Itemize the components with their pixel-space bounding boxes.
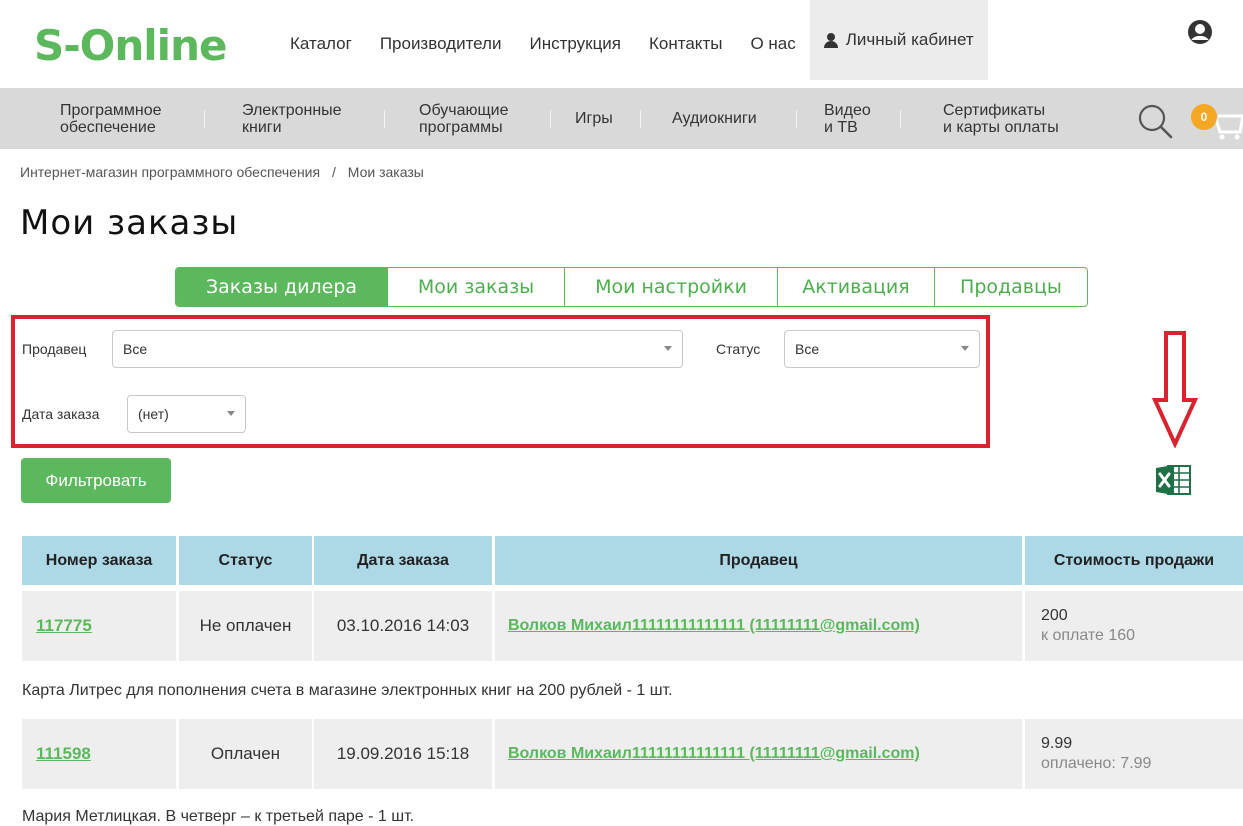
seller-filter-label: Продавец [22,341,87,357]
divider [640,110,641,128]
table-row: 111598 Оплачен 19.09.2016 15:18 Волков М… [22,719,1243,789]
nav-instructions[interactable]: Инструкция [515,0,635,88]
account-tabs: Заказы дилера Мои заказы Мои настройки А… [175,267,1088,307]
price-note: оплачено: 7.99 [1041,755,1152,772]
column-header-order-number: Номер заказа [22,536,176,585]
seller-link[interactable]: Волков Михаил11111111111111 (11111111@gm… [508,617,920,635]
tab-dealer-orders[interactable]: Заказы дилера [176,268,388,306]
status-select[interactable]: Все [784,330,980,368]
top-bar: S-Online Каталог Производители Инструкци… [0,0,1243,88]
table-row: 117775 Не оплачен 03.10.2016 14:03 Волко… [22,591,1243,661]
sale-price: 200 [1041,607,1068,624]
tab-my-orders[interactable]: Мои заказы [388,268,565,306]
search-icon[interactable] [1137,103,1173,139]
category-software[interactable]: Программное обеспечение [60,88,162,149]
divider [384,110,385,128]
seller-cell: Волков Михаил11111111111111 (11111111@gm… [495,591,1022,661]
order-date-select[interactable]: (нет) [127,395,246,433]
nav-contacts[interactable]: Контакты [635,0,736,88]
order-cell: 111598 [22,719,176,789]
nav-personal-cabinet-label: Личный кабинет [845,30,974,49]
status-cell: Оплачен [179,719,312,789]
tab-activation[interactable]: Активация [778,268,935,306]
nav-catalog[interactable]: Каталог [276,0,366,88]
site-logo[interactable]: S-Online [34,20,227,72]
nav-personal-cabinet[interactable]: Личный кабинет [809,0,988,80]
price-cell: 9.99 оплачено: 7.99 [1025,719,1243,789]
order-number-link[interactable]: 111598 [36,744,91,764]
table-header: Номер заказа Статус Дата заказа Продавец… [22,536,1243,585]
date-cell: 03.10.2016 14:03 [314,591,492,661]
divider [550,110,551,128]
price-note: к оплате 160 [1041,627,1136,644]
nav-manufacturers[interactable]: Производители [366,0,516,88]
seller-select[interactable]: Все [112,330,683,368]
price-block: 200 к оплате 160 [1041,606,1135,646]
chevron-down-icon [664,346,672,351]
user-icon [823,32,838,48]
order-description: Мария Метлицкая. В четверг – к третьей п… [22,808,415,825]
excel-export-icon[interactable] [1154,462,1194,498]
filter-button[interactable]: Фильтровать [21,458,171,503]
category-audiobooks[interactable]: Аудиокниги [672,88,757,149]
column-header-date: Дата заказа [314,536,492,585]
seller-select-value: Все [123,341,148,357]
column-header-seller: Продавец [495,536,1022,585]
page-title: Мои заказы [20,203,239,243]
chevron-down-icon [961,346,969,351]
divider [796,110,797,128]
status-filter-label: Статус [716,341,761,357]
category-ebooks[interactable]: Электронные книги [242,88,342,149]
category-certificates[interactable]: Сертификаты и карты оплаты [943,88,1059,149]
order-number-link[interactable]: 117775 [36,616,92,636]
tab-sellers[interactable]: Продавцы [935,268,1087,306]
tab-my-settings[interactable]: Мои настройки [565,268,778,306]
divider [204,110,205,128]
price-cell: 200 к оплате 160 [1025,591,1243,661]
seller-cell: Волков Михаил11111111111111 (11111111@gm… [495,719,1022,789]
category-bar: Программное обеспечение Электронные книги … [0,88,1243,149]
breadcrumb-root[interactable]: Интернет-магазин программного обеспечени… [20,164,320,180]
column-header-status: Статус [179,536,312,585]
category-video[interactable]: Видео и ТВ [824,88,871,149]
chevron-down-icon [227,411,235,416]
breadcrumb: Интернет-магазин программного обеспечени… [20,164,424,180]
date-cell: 19.09.2016 15:18 [314,719,492,789]
order-date-label: Дата заказа [22,406,100,422]
top-nav: Каталог Производители Инструкция Контакт… [276,0,988,88]
breadcrumb-separator: / [331,164,336,180]
price-block: 9.99 оплачено: 7.99 [1041,734,1151,774]
order-date-select-value: (нет) [138,406,169,422]
status-select-value: Все [795,341,820,357]
user-circle-icon[interactable] [1187,19,1213,45]
cart-count-badge[interactable]: 0 [1191,104,1217,130]
seller-link[interactable]: Волков Михаил11111111111111 (11111111@gm… [508,745,920,763]
category-games[interactable]: Игры [575,88,613,149]
category-learning[interactable]: Обучающие программы [419,88,509,149]
order-description: Карта Литрес для пополнения счета в мага… [22,682,673,699]
nav-about[interactable]: О нас [736,0,809,88]
column-header-price: Стоимость продажи [1025,536,1243,585]
sale-price: 9.99 [1041,735,1073,752]
order-cell: 117775 [22,591,176,661]
breadcrumb-current: Мои заказы [347,164,424,180]
arrow-down-icon [1152,331,1198,448]
status-cell: Не оплачен [179,591,312,661]
divider [900,110,901,128]
